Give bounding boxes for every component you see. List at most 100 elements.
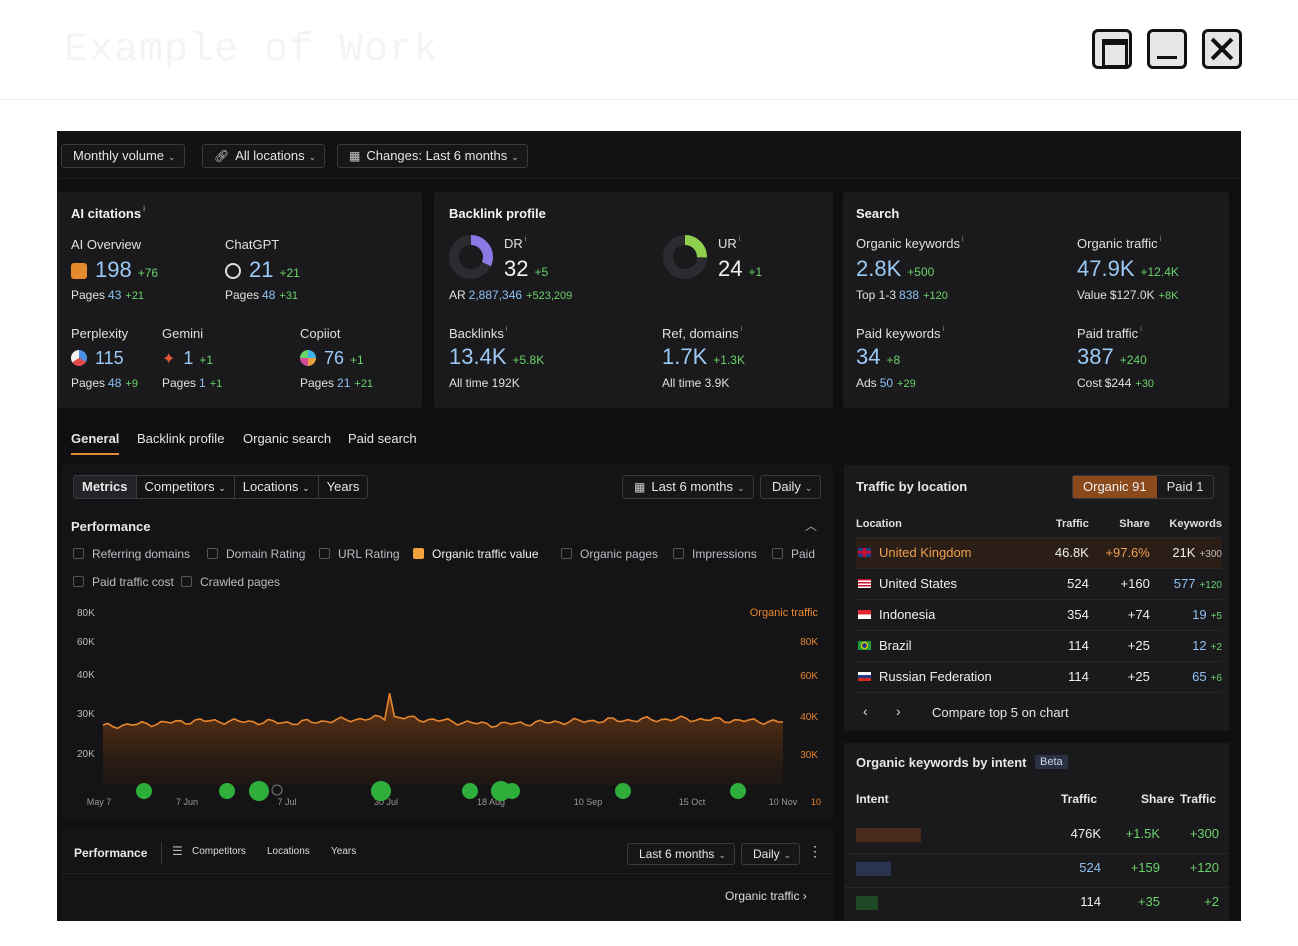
country-name: Russian Federation [879, 669, 992, 684]
keywords-cell: 65 +6 [1149, 661, 1222, 693]
ai-citations-title: AI citations i [71, 206, 146, 221]
copilot-pages: Pages 21 +21 [300, 376, 374, 390]
volume-dropdown[interactable]: Monthly volume ⌄ [61, 144, 185, 168]
y-tick-label: 20K [77, 749, 95, 760]
flag-icon [858, 579, 871, 588]
period-dropdown[interactable]: ▦ Last 6 months ⌄ [622, 475, 754, 499]
chevron-down-icon: ⌄ [783, 850, 792, 860]
list-icon: ☰ [172, 844, 183, 858]
metric-checkbox[interactable]: URL Rating [319, 547, 400, 561]
prev-arrow-icon[interactable]: ‹ [863, 703, 868, 719]
window-title: Example of Work [64, 28, 440, 73]
table-row[interactable]: United States 524 +160 577 +120 [856, 568, 1222, 600]
segment-locations[interactable]: Locations ⌄ [235, 476, 319, 498]
intent-share: +35 [1137, 894, 1160, 909]
compare-top-5-link[interactable]: Compare top 5 on chart [932, 705, 1069, 720]
metric-checkbox[interactable]: Crawled pages [181, 575, 280, 589]
chatgpt-value: 21 +21 [225, 257, 300, 283]
traffic-cell: 114 [1042, 661, 1089, 693]
maximize-button[interactable] [1092, 29, 1132, 69]
table-row[interactable]: Brazil 114 +25 12 +2 [856, 630, 1222, 662]
minimize-button[interactable] [1147, 29, 1187, 69]
checkbox-label: Organic pages [580, 547, 659, 561]
collapse-chevron-icon[interactable]: ︿ [805, 517, 817, 534]
segment-years[interactable]: Years [319, 476, 368, 498]
annotation-marker [271, 784, 283, 796]
keywords-value: 21K [1172, 545, 1196, 560]
checkbox-label: Organic traffic value [432, 547, 539, 561]
close-button[interactable] [1202, 29, 1242, 69]
copilot-icon [300, 350, 316, 366]
locations-dropdown[interactable]: 🔗︎ All locations ⌄ [202, 144, 326, 168]
location-cell: United Kingdom [856, 537, 1043, 569]
changes-dropdown-label: Changes: Last 6 months [366, 148, 508, 163]
metric-checkbox[interactable]: Paid [772, 547, 815, 561]
refdomains-value: 1.7K +1.3K [662, 344, 745, 369]
chatgpt-label: ChatGPT [225, 237, 280, 252]
metric-checkbox[interactable]: Referring domains [73, 547, 190, 561]
y-tick-label: 30K [77, 709, 95, 720]
info-icon: i [143, 206, 146, 213]
location-table: Location Traffic Share Keywords United K… [856, 511, 1222, 693]
ai-overview-value: 198 +76 [71, 257, 158, 283]
tab-organic-search[interactable]: Organic search [243, 431, 331, 446]
more-options-icon[interactable]: ⋮ [808, 843, 822, 860]
table-row[interactable]: Russian Federation 114 +25 65 +6 [856, 661, 1222, 693]
checkbox-label: Paid [791, 547, 816, 561]
metric-checkbox[interactable]: Organic pages [561, 547, 658, 561]
organic-toggle[interactable]: Organic 91 [1073, 476, 1157, 498]
table-row[interactable]: Indonesia 354 +74 19 +5 [856, 599, 1222, 631]
traffic-cell: 524 [1042, 568, 1089, 600]
chevron-down-icon: ⌄ [737, 483, 745, 493]
intent-header-traffic-2: Traffic [1180, 792, 1217, 806]
backlinks-label: Backlinks i [449, 326, 508, 341]
metric-checkbox[interactable]: Domain Rating [207, 547, 305, 561]
metric-checkbox[interactable]: Organic traffic value [413, 547, 539, 561]
bottom-period-dropdown[interactable]: Last 6 months ⌄ [627, 843, 735, 865]
tab-backlink-profile[interactable]: Backlink profile [137, 431, 224, 446]
organic-traffic-link[interactable]: Organic traffic › [725, 889, 807, 903]
share-cell: +97.6% [1088, 537, 1150, 569]
intent-title: Organic keywords by intent [856, 755, 1027, 770]
x-tick-label: 7 Jul [277, 797, 296, 807]
chevron-down-icon: ⌄ [804, 483, 813, 493]
share-cell: +25 [1088, 661, 1150, 693]
table-row[interactable]: United Kingdom 46.8K +97.6% 21K +300 [856, 537, 1222, 569]
keywords-value: 19 [1192, 607, 1207, 622]
performance-chart: 80K 60K 40K 30K 20K 80K 60K 40K 30K Organic traff… [77, 607, 821, 807]
tab-general[interactable]: General [71, 431, 120, 455]
granularity-dropdown[interactable]: Daily ⌄ [760, 475, 822, 499]
x-tick-label: May 7 [87, 797, 112, 807]
metric-checkbox[interactable]: Impressions [673, 547, 757, 561]
intent-header-traffic: Traffic [1061, 792, 1098, 806]
bottom-competitors-link[interactable]: Competitors [192, 846, 246, 857]
intent-share: +159 [1130, 860, 1160, 875]
segment-metrics[interactable]: Metrics [74, 476, 137, 498]
series-label: Organic traffic [750, 607, 819, 619]
calendar-icon: ▦ [634, 480, 646, 494]
paid-toggle[interactable]: Paid 1 [1157, 476, 1214, 498]
keywords-delta: +5 [1210, 611, 1222, 622]
segment-competitors[interactable]: Competitors ⌄ [137, 476, 235, 498]
x-tick-label: 7 Jun [176, 797, 198, 807]
y-tick-label: 40K [77, 670, 95, 681]
tab-paid-search[interactable]: Paid search [348, 431, 417, 446]
next-arrow-icon[interactable]: › [896, 703, 901, 719]
keywords-delta: +6 [1210, 673, 1222, 684]
metric-checkbox[interactable]: Paid traffic cost [73, 575, 174, 589]
gemini-icon: ✦ [162, 351, 176, 368]
beta-badge: Beta [1035, 755, 1068, 769]
bottom-granularity-dropdown[interactable]: Daily ⌄ [741, 843, 801, 865]
gemini-label: Gemini [162, 326, 204, 341]
event-marker [371, 781, 391, 801]
traffic-by-location-title: Traffic by location [856, 479, 968, 494]
window-title-bar: Example of Work [0, 0, 1298, 100]
calendar-icon: ▦ [349, 149, 361, 163]
intent-traffic-2: +2 [1204, 894, 1219, 909]
event-marker [615, 783, 631, 799]
checkbox-icon [73, 576, 84, 587]
bottom-locations-link[interactable]: Locations [267, 846, 310, 857]
bottom-years-link[interactable]: Years [331, 846, 356, 857]
changes-dropdown[interactable]: ▦ Changes: Last 6 months ⌄ [337, 144, 528, 168]
paid-keywords-label: Paid keywords i [856, 326, 945, 341]
